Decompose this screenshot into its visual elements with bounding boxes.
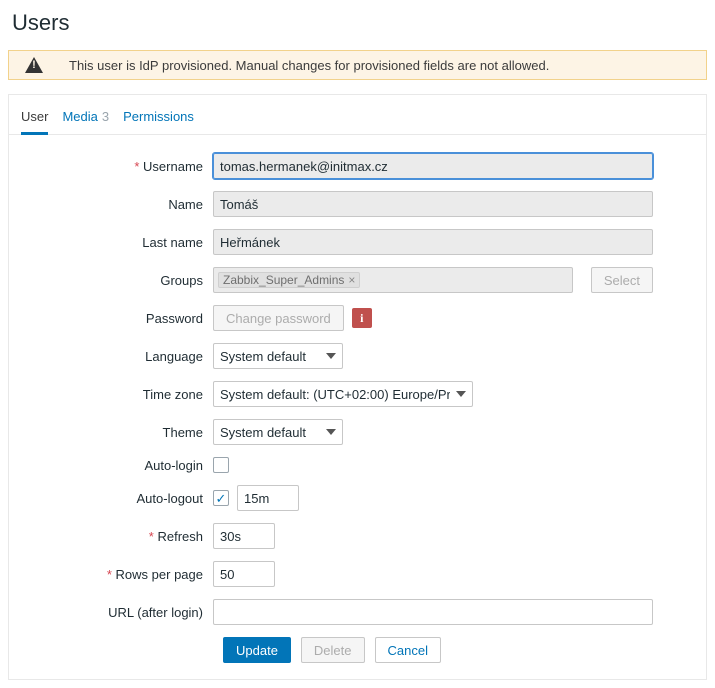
lastname-field[interactable]: [213, 229, 653, 255]
user-form: Username Name Last name Groups: [9, 135, 706, 663]
group-tag-label: Zabbix_Super_Admins: [223, 273, 344, 287]
label-url: URL (after login): [23, 605, 213, 620]
username-field[interactable]: [213, 153, 653, 179]
cancel-button[interactable]: Cancel: [375, 637, 441, 663]
tab-media[interactable]: Media 3: [62, 105, 109, 134]
name-field[interactable]: [213, 191, 653, 217]
warning-icon: [25, 57, 43, 73]
page-title: Users: [0, 0, 715, 50]
label-language: Language: [23, 349, 213, 364]
label-autologout: Auto-logout: [23, 491, 213, 506]
label-username: Username: [23, 159, 213, 174]
label-password: Password: [23, 311, 213, 326]
label-name: Name: [23, 197, 213, 212]
autologout-checkbox[interactable]: [213, 490, 229, 506]
delete-button: Delete: [301, 637, 365, 663]
tab-media-label: Media: [62, 109, 97, 124]
change-password-button: Change password: [213, 305, 344, 331]
rows-field[interactable]: [213, 561, 275, 587]
info-icon[interactable]: i: [352, 308, 372, 328]
label-timezone: Time zone: [23, 387, 213, 402]
tabs: User Media 3 Permissions: [9, 95, 706, 135]
tab-user[interactable]: User: [21, 105, 48, 135]
groups-field[interactable]: Zabbix_Super_Admins ×: [213, 267, 573, 293]
form-actions: Update Delete Cancel: [23, 637, 692, 663]
select-groups-button: Select: [591, 267, 653, 293]
user-panel: User Media 3 Permissions Username Name La…: [8, 94, 707, 680]
timezone-select[interactable]: System default: (UTC+02:00) Europe/Pragu…: [213, 381, 473, 407]
url-field[interactable]: [213, 599, 653, 625]
label-lastname: Last name: [23, 235, 213, 250]
label-groups: Groups: [23, 273, 213, 288]
tab-permissions[interactable]: Permissions: [123, 105, 194, 134]
theme-select[interactable]: System default: [213, 419, 343, 445]
language-select[interactable]: System default: [213, 343, 343, 369]
update-button[interactable]: Update: [223, 637, 291, 663]
group-tag: Zabbix_Super_Admins ×: [218, 272, 360, 288]
label-theme: Theme: [23, 425, 213, 440]
warning-text: This user is IdP provisioned. Manual cha…: [51, 58, 549, 73]
label-refresh: Refresh: [23, 529, 213, 544]
tab-media-count: 3: [102, 109, 109, 124]
label-autologin: Auto-login: [23, 458, 213, 473]
label-rows: Rows per page: [23, 567, 213, 582]
close-icon[interactable]: ×: [348, 273, 355, 287]
autologin-checkbox[interactable]: [213, 457, 229, 473]
warning-banner: This user is IdP provisioned. Manual cha…: [8, 50, 707, 80]
refresh-field[interactable]: [213, 523, 275, 549]
autologout-field[interactable]: [237, 485, 299, 511]
